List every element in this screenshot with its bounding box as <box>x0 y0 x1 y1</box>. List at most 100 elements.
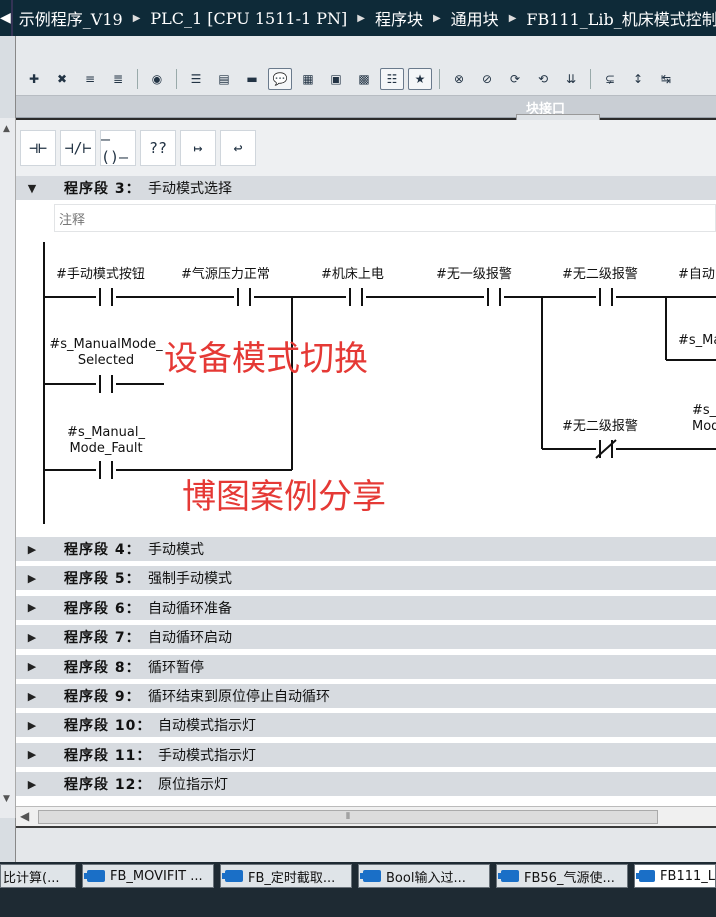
network-header[interactable]: ▶ 程序段 6： 自动循环准备 <box>16 595 716 620</box>
breadcrumb-plc[interactable]: PLC_1 [CPU 1511-1 PN] <box>144 9 353 28</box>
network-header[interactable]: ▶ 程序段 8： 循环暂停 <box>16 654 716 679</box>
close-all-networks-icon[interactable]: ▤ <box>212 68 236 90</box>
star-favorites-icon[interactable]: ★ <box>408 68 432 90</box>
update-calls-icon[interactable]: ⟲ <box>531 68 555 90</box>
contact-machine-power[interactable] <box>349 288 363 306</box>
monitoring-values-icon[interactable]: ↹ <box>654 68 678 90</box>
scrollbar-thumb[interactable]: ⦀ <box>38 810 658 824</box>
contact-label[interactable]: #s_ManualMode_ <box>49 337 163 352</box>
network-header[interactable]: ▶ 程序段 4： 手动模式 <box>16 537 716 561</box>
task-tab[interactable]: FB56_气源使... <box>496 864 628 888</box>
task-tab[interactable]: FB_定时截取... <box>220 864 352 888</box>
task-tab[interactable]: 比计算(... <box>0 864 76 888</box>
contact-label[interactable]: #无二级报警 <box>562 418 638 434</box>
go-to-error-icon[interactable]: ⊗ <box>447 68 471 90</box>
contact-label[interactable]: Mod <box>692 419 716 434</box>
expand-triangle-icon[interactable]: ▶ <box>16 543 48 556</box>
network-title[interactable]: 自动循环准备 <box>144 598 232 618</box>
task-tab-active[interactable]: FB111_L <box>634 864 716 888</box>
tag-compare-icon[interactable]: ▩ <box>352 68 376 90</box>
breadcrumb-current-block[interactable]: FB111_Lib_机床模式控制 <box>520 6 716 30</box>
contact-no-level1-alarm[interactable] <box>487 288 501 306</box>
favorites-toggle-icon[interactable]: ☷ <box>380 68 404 90</box>
network-comment[interactable]: 注释 <box>54 204 716 232</box>
contact-no-level2-alarm-nc[interactable] <box>595 439 617 459</box>
close-branch-icon[interactable]: ↩ <box>220 130 256 166</box>
network-title[interactable]: 原位指示灯 <box>154 774 228 794</box>
nc-contact-icon[interactable]: ⊣/⊢ <box>60 130 96 166</box>
network-title[interactable]: 循环暂停 <box>144 657 204 677</box>
contact-label[interactable]: #s_M <box>692 403 716 418</box>
contact-label[interactable]: #无二级报警 <box>562 266 638 282</box>
breadcrumb-program-blocks[interactable]: 程序块 <box>369 6 429 30</box>
delete-network-icon[interactable]: ✖ <box>50 68 74 90</box>
network-title[interactable]: 循环结束到原位停止自动循环 <box>144 686 330 706</box>
horizontal-scrollbar[interactable]: ◀ ⦀ <box>16 806 716 826</box>
expand-triangle-icon[interactable]: ▶ <box>16 601 48 614</box>
add-row-icon[interactable]: ≣ <box>106 68 130 90</box>
network-header[interactable]: ▶ 程序段 11： 手动模式指示灯 <box>16 742 716 767</box>
network-header[interactable]: ▶ 程序段 5： 强制手动模式 <box>16 566 716 591</box>
open-all-networks-icon[interactable]: ☰ <box>184 68 208 90</box>
block-call-icon[interactable]: ⟳ <box>503 68 527 90</box>
scroll-down-icon[interactable]: ▼ <box>3 794 10 804</box>
network-header[interactable]: ▶ 程序段 7： 自动循环启动 <box>16 625 716 650</box>
insert-row-icon[interactable]: ≡ <box>78 68 102 90</box>
network-title[interactable]: 自动循环启动 <box>144 627 232 647</box>
coil-icon[interactable]: –()– <box>100 130 136 166</box>
vertical-scrollbar[interactable]: ▲ ▼ <box>0 118 16 818</box>
scroll-up-icon[interactable]: ▲ <box>3 124 10 134</box>
network-title[interactable]: 手动模式选择 <box>144 178 232 198</box>
contact-label[interactable]: #气源压力正常 <box>181 266 270 282</box>
network-title[interactable]: 自动模式指示灯 <box>154 715 256 735</box>
network-title[interactable]: 手动模式 <box>144 539 204 559</box>
contact-label[interactable]: #无一级报警 <box>436 266 512 282</box>
contact-label[interactable]: Mode_Fault <box>69 441 142 456</box>
contact-air-pressure[interactable] <box>237 288 251 306</box>
expand-triangle-icon[interactable]: ▶ <box>16 572 48 585</box>
contact-label[interactable]: Selected <box>78 353 134 368</box>
breadcrumb-common-blocks[interactable]: 通用块 <box>445 6 505 30</box>
network-header[interactable]: ▶ 程序段 12： 原位指示灯 <box>16 772 716 797</box>
contact-no-level2-alarm[interactable] <box>599 288 613 306</box>
contact-label[interactable]: #s_Ma <box>678 333 716 348</box>
expand-triangle-icon[interactable]: ▶ <box>16 778 48 791</box>
comments-toggle-icon[interactable]: 💬 <box>268 68 292 90</box>
empty-box-icon[interactable]: ?? <box>140 130 176 166</box>
contact-manualmode-selected[interactable] <box>99 375 113 393</box>
breadcrumb-project[interactable]: 示例程序_V19 <box>13 6 129 30</box>
contact-manual-button[interactable] <box>99 288 113 306</box>
tag-info-icon[interactable]: ▣ <box>324 68 348 90</box>
expand-triangle-icon[interactable]: ▶ <box>16 748 48 761</box>
expand-triangle-icon[interactable]: ▶ <box>16 690 48 703</box>
open-branch-icon[interactable]: ↦ <box>180 130 216 166</box>
expand-triangle-icon[interactable]: ▶ <box>16 719 48 732</box>
task-tab[interactable]: Bool输入过... <box>358 864 490 888</box>
collapse-triangle-icon[interactable]: ▼ <box>16 182 48 195</box>
ladder-editor[interactable]: ▼ 程序段 3： 手动模式选择 注释 #手动模式按钮 #气源压力正常 #机床上电… <box>16 176 716 806</box>
back-arrow-icon[interactable]: ◀ <box>0 0 13 36</box>
contact-label[interactable]: #机床上电 <box>321 267 384 282</box>
insert-network-icon[interactable]: ✚ <box>22 68 46 90</box>
block-interface-bar[interactable]: 块接口 <box>16 96 716 122</box>
no-contact-icon[interactable]: ⊣⊢ <box>20 130 56 166</box>
compile-icon[interactable]: ⇊ <box>559 68 583 90</box>
network-title[interactable]: 强制手动模式 <box>144 568 232 588</box>
network-title[interactable]: 手动模式指示灯 <box>154 745 256 765</box>
monitor-icon[interactable]: ◉ <box>145 68 169 90</box>
next-error-icon[interactable]: ⊘ <box>475 68 499 90</box>
scroll-left-icon[interactable]: ◀ <box>20 809 29 823</box>
contact-label[interactable]: #自动 <box>678 267 715 282</box>
expand-triangle-icon[interactable]: ▶ <box>16 660 48 673</box>
absolute-operand-icon[interactable]: ▦ <box>296 68 320 90</box>
network-3-header[interactable]: ▼ 程序段 3： 手动模式选择 <box>16 176 716 200</box>
networks-view-icon[interactable]: ▬ <box>240 68 264 90</box>
contact-label[interactable]: #s_Manual_ <box>67 425 145 440</box>
contact-label[interactable]: #手动模式按钮 <box>56 267 145 282</box>
snapshot-icon[interactable]: ⊊ <box>598 68 622 90</box>
contact-manual-mode-fault[interactable] <box>99 461 113 479</box>
network-header[interactable]: ▶ 程序段 9： 循环结束到原位停止自动循环 <box>16 684 716 708</box>
task-tab[interactable]: FB_MOVIFIT ... <box>82 864 214 888</box>
load-start-values-icon[interactable]: ↕ <box>626 68 650 90</box>
expand-triangle-icon[interactable]: ▶ <box>16 631 48 644</box>
